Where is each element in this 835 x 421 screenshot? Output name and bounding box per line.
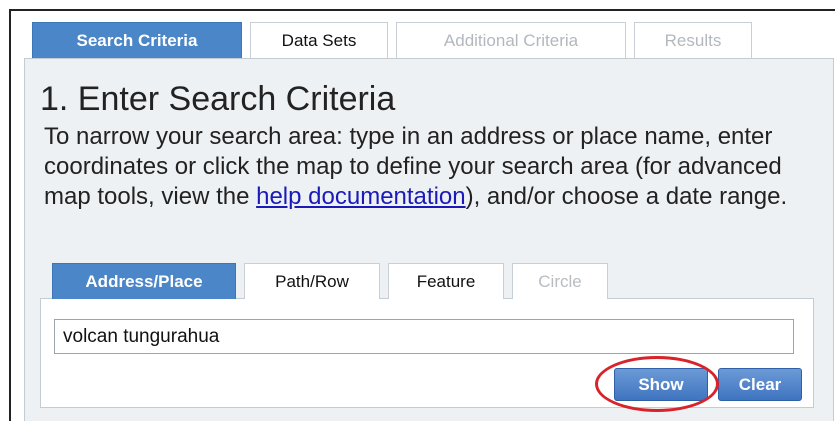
help-documentation-link[interactable]: help documentation [256, 183, 465, 210]
tab-path-row[interactable]: Path/Row [244, 263, 380, 299]
show-button[interactable]: Show [614, 368, 708, 401]
tab-results[interactable]: Results [634, 22, 752, 58]
tab-additional-criteria[interactable]: Additional Criteria [396, 22, 626, 58]
clear-button[interactable]: Clear [718, 368, 802, 401]
page-title: 1. Enter Search Criteria [40, 80, 396, 118]
search-instructions: To narrow your search area: type in an a… [44, 122, 824, 212]
tab-data-sets[interactable]: Data Sets [250, 22, 388, 58]
tab-circle[interactable]: Circle [512, 263, 608, 299]
tab-address-place[interactable]: Address/Place [52, 263, 236, 299]
tab-search-criteria[interactable]: Search Criteria [32, 22, 242, 58]
frame-border-left [9, 9, 11, 421]
address-search-input[interactable] [54, 319, 794, 354]
instructions-text-end: ), and/or choose a date range. [465, 183, 788, 210]
frame-border-top [9, 9, 835, 11]
tab-feature[interactable]: Feature [388, 263, 504, 299]
